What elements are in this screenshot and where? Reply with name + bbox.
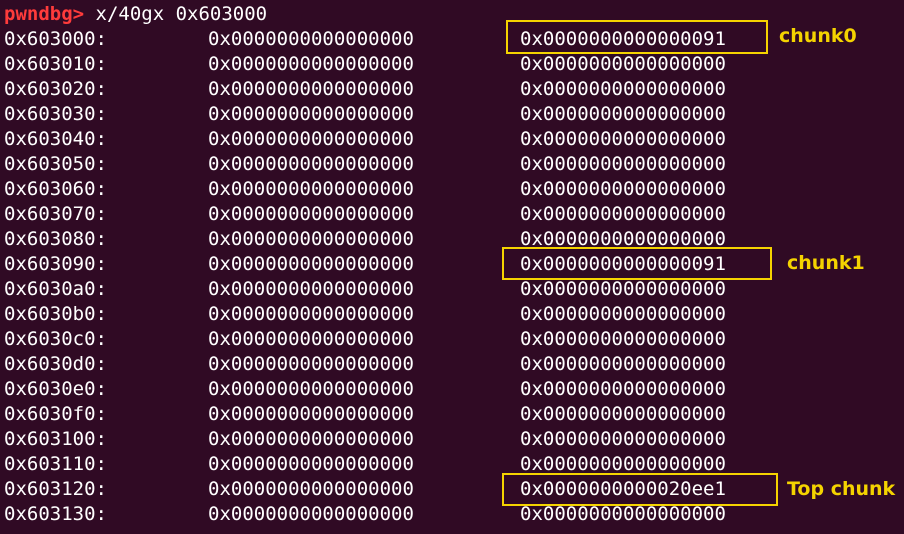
table-row: 0x603020: 0x0000000000000000 0x00000000000… [0,77,900,102]
table-row: 0x603010: 0x0000000000000000 0x00000000000… [0,52,900,77]
table-row: 0x603050: 0x0000000000000000 0x00000000000… [0,152,900,177]
row-value-2: 0x0000000000000000 [520,278,726,300]
row-value-2: 0x0000000000000000 [520,428,726,450]
row-value-1: 0x0000000000000000 [208,403,414,425]
row-value-2: 0x0000000000000000 [520,353,726,375]
table-row: 0x6030e0: 0x0000000000000000 0x00000000000… [0,377,900,402]
row-value-1: 0x0000000000000000 [208,203,414,225]
row-value-1: 0x0000000000000000 [208,253,414,275]
row-address: 0x6030a0: [4,278,107,300]
row-value-1: 0x0000000000000000 [208,128,414,150]
top-chunk-highlight-box [502,473,778,506]
table-row: 0x6030f0: 0x0000000000000000 0x00000000000… [0,402,900,427]
terminal-window[interactable]: pwndbg> x/40gx 0x603000 0x603000: 0x00000… [0,0,904,534]
row-value-1: 0x0000000000000000 [208,503,414,525]
table-row: 0x603040: 0x0000000000000000 0x00000000000… [0,127,900,152]
row-value-2: 0x0000000000000000 [520,53,726,75]
row-address: 0x603100: [4,428,107,450]
chunk0-highlight-box [506,20,768,54]
table-row: 0x603100: 0x0000000000000000 0x00000000000… [0,427,900,452]
table-row: 0x603060: 0x0000000000000000 0x00000000000… [0,177,900,202]
table-row: 0x6030a0: 0x0000000000000000 0x00000000000… [0,277,900,302]
command-text: x/40gx 0x603000 [95,3,268,25]
row-value-2: 0x0000000000000000 [520,103,726,125]
table-row: 0x6030d0: 0x0000000000000000 0x00000000000… [0,352,900,377]
row-value-2: 0x0000000000000000 [520,328,726,350]
row-address: 0x603050: [4,153,107,175]
row-address: 0x603090: [4,253,107,275]
row-value-1: 0x0000000000000000 [208,478,414,500]
row-address: 0x603010: [4,53,107,75]
chunk1-highlight-box [502,247,772,280]
row-value-2: 0x0000000000000000 [520,178,726,200]
row-value-1: 0x0000000000000000 [208,328,414,350]
chunk0-label: chunk0 [779,25,857,47]
table-row: 0x603070: 0x0000000000000000 0x00000000000… [0,202,900,227]
command-line: pwndbg> x/40gx 0x603000 [4,2,267,27]
row-address: 0x603000: [4,28,107,50]
table-row: 0x6030b0: 0x0000000000000000 0x00000000000… [0,302,900,327]
row-value-1: 0x0000000000000000 [208,353,414,375]
row-value-1: 0x0000000000000000 [208,453,414,475]
row-address: 0x603120: [4,478,107,500]
row-address: 0x6030b0: [4,303,107,325]
table-row: 0x6030c0: 0x0000000000000000 0x00000000000… [0,327,900,352]
row-address: 0x603070: [4,203,107,225]
row-value-1: 0x0000000000000000 [208,78,414,100]
row-value-2: 0x0000000000000000 [520,203,726,225]
row-value-1: 0x0000000000000000 [208,428,414,450]
row-value-1: 0x0000000000000000 [208,153,414,175]
prompt: pwndbg> [4,3,85,25]
row-address: 0x603020: [4,78,107,100]
row-value-2: 0x0000000000000000 [520,403,726,425]
row-address: 0x603130: [4,503,107,525]
row-value-2: 0x0000000000000000 [520,128,726,150]
row-value-1: 0x0000000000000000 [208,303,414,325]
row-value-1: 0x0000000000000000 [208,278,414,300]
row-value-2: 0x0000000000000000 [520,153,726,175]
row-address: 0x603030: [4,103,107,125]
table-row: 0x603030: 0x0000000000000000 0x00000000000… [0,102,900,127]
row-address: 0x603110: [4,453,107,475]
row-value-1: 0x0000000000000000 [208,53,414,75]
row-address: 0x603060: [4,178,107,200]
row-address: 0x603040: [4,128,107,150]
row-address: 0x6030c0: [4,328,107,350]
top-chunk-label: Top chunk [787,478,896,500]
row-value-1: 0x0000000000000000 [208,178,414,200]
row-value-2: 0x0000000000000000 [520,78,726,100]
row-address: 0x6030d0: [4,353,107,375]
row-address: 0x6030e0: [4,378,107,400]
row-address: 0x6030f0: [4,403,107,425]
row-value-1: 0x0000000000000000 [208,228,414,250]
row-value-1: 0x0000000000000000 [208,378,414,400]
row-value-1: 0x0000000000000000 [208,103,414,125]
chunk1-label: chunk1 [787,252,865,274]
row-value-1: 0x0000000000000000 [208,28,414,50]
row-value-2: 0x0000000000000000 [520,378,726,400]
row-address: 0x603080: [4,228,107,250]
row-value-2: 0x0000000000000000 [520,303,726,325]
